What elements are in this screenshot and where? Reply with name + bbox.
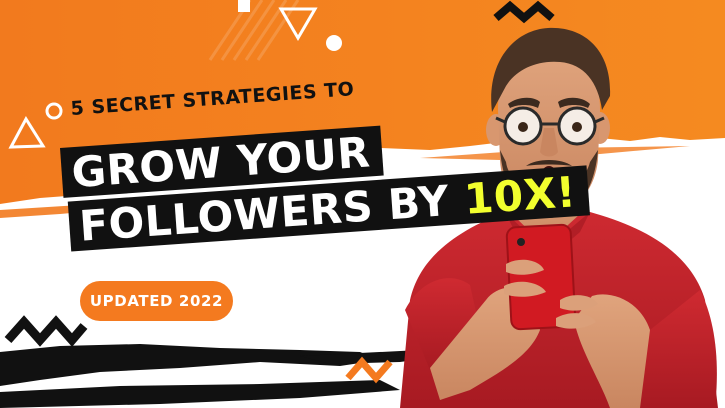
phone	[505, 223, 577, 331]
thumbnail: 5 SECRET STRATEGIES TO GROW YOUR FOLLOWE…	[0, 0, 725, 408]
circle-icon	[326, 35, 342, 51]
circle-icon	[238, 0, 250, 12]
headline-accent: 10X!	[462, 167, 578, 224]
updated-badge: UPDATED 2022	[80, 281, 233, 321]
